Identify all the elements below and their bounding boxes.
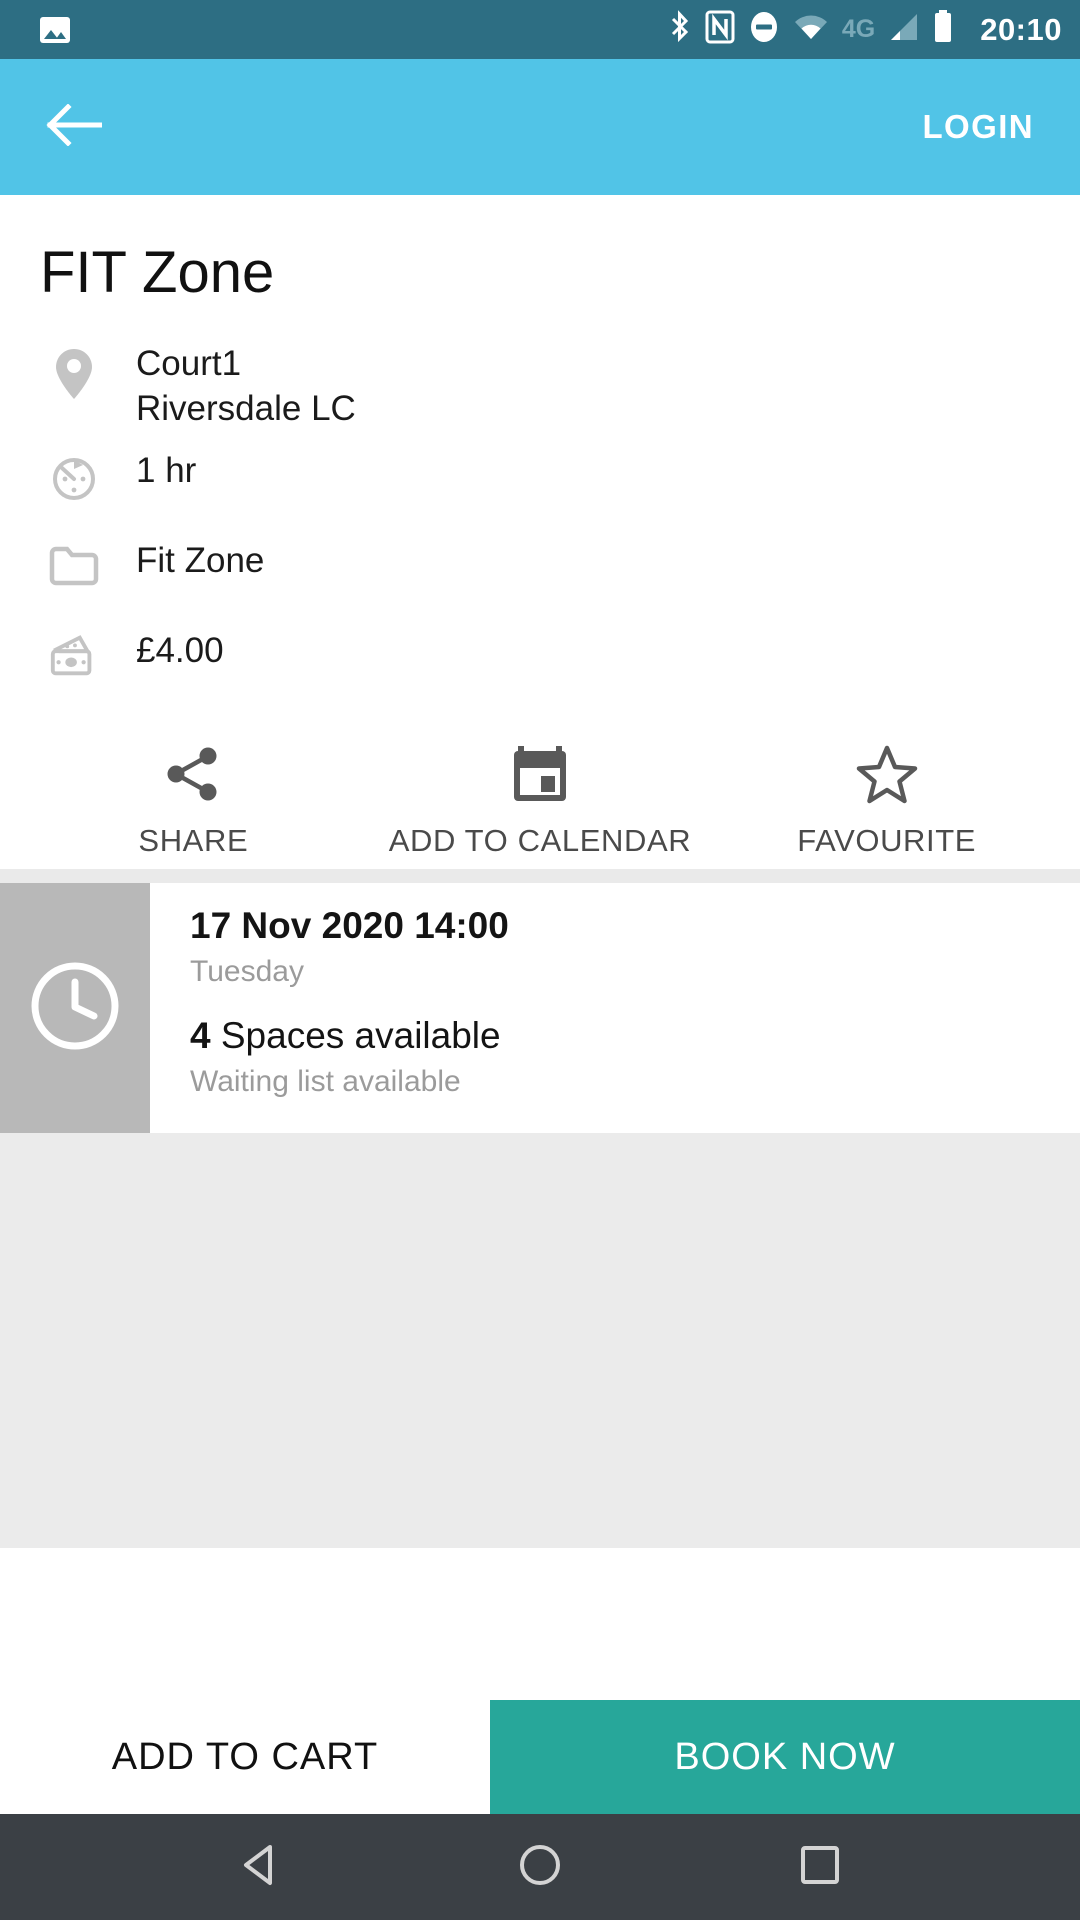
detail-list: Court1 Riversdale LC 1 hr Fit Zone £4.00 [0,342,1080,702]
nfc-icon [705,10,735,49]
android-nav-bar [0,1814,1080,1920]
nav-back-button[interactable] [225,1832,295,1902]
status-bar-right: 4G 20:10 [668,10,1062,49]
battery-icon [933,10,953,49]
page-title: FIT Zone [40,240,275,305]
detail-row-duration: 1 hr [0,449,1080,521]
location-pin-icon [48,342,100,402]
detail-text-location: Court1 Riversdale LC [136,342,356,432]
favourite-button[interactable]: FAVOURITE [713,743,1060,869]
detail-primary-category: Fit Zone [136,541,265,581]
back-arrow-icon [46,102,103,151]
nav-home-button[interactable] [505,1832,575,1902]
favourite-label: FAVOURITE [797,823,977,859]
detail-row-location: Court1 Riversdale LC [0,342,1080,432]
detail-row-price: £4.00 [0,629,1080,701]
clock-time: 20:10 [980,11,1062,47]
recents-square-icon [799,1844,841,1891]
signal-icon [886,12,920,47]
nav-recents-button[interactable] [785,1832,855,1902]
share-icon [162,743,224,805]
bluetooth-icon [668,10,692,49]
detail-secondary-location: Riversdale LC [136,388,356,428]
booking-day: Tuesday [190,955,304,989]
add-to-calendar-button[interactable]: ADD TO CALENDAR [367,743,714,869]
empty-area [0,1133,1080,1549]
share-button[interactable]: SHARE [20,743,367,869]
timer-icon [48,449,100,503]
wifi-icon [793,12,829,47]
home-circle-icon [518,1843,562,1892]
book-now-button[interactable]: BOOK NOW [490,1700,1080,1814]
booking-spaces: 4 Spaces available [190,1015,1080,1057]
booking-thumbnail [0,883,150,1134]
clock-icon [28,959,122,1058]
detail-row-category: Fit Zone [0,539,1080,611]
detail-primary-location: Court1 [136,343,242,383]
booking-waiting-list: Waiting list available [190,1065,461,1099]
detail-primary-price: £4.00 [136,631,224,671]
folder-icon [48,539,100,587]
back-triangle-icon [240,1843,280,1892]
image-icon [40,16,70,43]
main-content: FIT Zone Court1 Riversdale LC 1 hr Fit Z… [0,195,1080,1549]
status-bar: 4G 20:10 [0,0,1080,59]
detail-text-price: £4.00 [136,629,224,674]
status-bar-left [40,16,70,43]
network-type-label: 4G [841,15,876,43]
booking-spaces-count: 4 [190,1015,211,1057]
star-icon [856,743,918,805]
calendar-icon [510,743,570,805]
do-not-disturb-icon [748,10,780,49]
bottom-action-bar: ADD TO CART BOOK NOW [0,1700,1080,1814]
login-button[interactable]: LOGIN [923,108,1035,146]
add-to-calendar-label: ADD TO CALENDAR [388,823,692,859]
action-bar: SHARE ADD TO CALENDAR FAVOURITE [0,743,1080,869]
booking-details: 17 Nov 2020 14:00 Tuesday 4 Spaces avail… [150,883,1080,1133]
app-bar: LOGIN [0,59,1080,195]
booking-slot-card[interactable]: 17 Nov 2020 14:00 Tuesday 4 Spaces avail… [0,883,1080,1134]
back-button[interactable] [44,97,104,157]
booking-spaces-label: Spaces available [220,1015,501,1057]
add-to-cart-button[interactable]: ADD TO CART [0,1700,490,1814]
section-divider [0,869,1080,884]
share-label: SHARE [138,823,249,859]
money-icon [48,629,100,679]
booking-datetime: 17 Nov 2020 14:00 [190,905,509,947]
detail-text-category: Fit Zone [136,539,264,584]
detail-text-duration: 1 hr [136,449,196,494]
detail-primary-duration: 1 hr [136,451,197,491]
